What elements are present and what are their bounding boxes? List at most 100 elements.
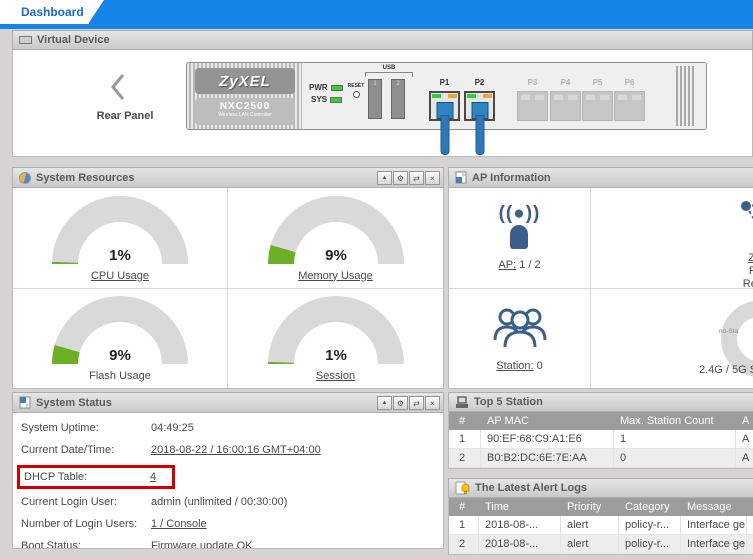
settings-button[interactable]: ⚙: [393, 171, 408, 185]
flash-usage-gauge: 9% Flash Usage: [13, 289, 228, 389]
device-vent-right: [674, 66, 696, 126]
virtual-device-title: Virtual Device: [37, 34, 110, 46]
table-row: 1 2018-08-... alert policy-r... Interfac…: [449, 516, 753, 535]
reset-button-icon: [353, 91, 360, 98]
sys-led: [330, 97, 342, 103]
alert-logs-title: The Latest Alert Logs: [475, 482, 587, 494]
system-status-panel: System Status ▲ ⚙ ⇄ × System Uptime: 04:…: [12, 392, 444, 549]
system-resources-icon: [19, 172, 31, 184]
close-button[interactable]: ×: [425, 171, 440, 185]
sys-label: SYS: [311, 95, 327, 104]
svg-text:9%: 9%: [325, 247, 347, 264]
virtual-device-icon: [19, 36, 32, 44]
svg-text:no-Sta: no-Sta: [719, 328, 739, 335]
band-caption: 2.4G / 5G S: [699, 364, 753, 376]
zymesh-repeater-line: Repea: [716, 278, 753, 289]
reset-label: RESET: [348, 83, 365, 89]
current-login-user-row: Current Login User: admin (unlimited / 0…: [21, 495, 435, 509]
svg-text:9%: 9%: [109, 347, 131, 364]
station-count-value: 0: [537, 360, 543, 372]
ap-information-panel: AP Information ((●)) AP: 1 / 2: [448, 167, 753, 389]
top5-station-columns: # AP MAC Max. Station Count A: [449, 412, 753, 430]
collapse-button[interactable]: ▲: [377, 171, 392, 185]
refresh-button[interactable]: ⇄: [409, 171, 424, 185]
alert-logs-columns: # Time Priority Category Message S: [449, 498, 753, 516]
refresh-button[interactable]: ⇄: [409, 396, 424, 410]
station-link[interactable]: Station:: [496, 360, 533, 372]
table-row: 2 B0:B2:DC:6E:7E:AA 0 A: [449, 449, 753, 468]
system-status-title: System Status: [36, 397, 112, 409]
port-p5: P5: [582, 91, 613, 121]
p1-led-orange: [448, 94, 457, 98]
usb-group: USB: [365, 65, 413, 77]
system-resources-window-controls: ▲ ⚙ ⇄ ×: [377, 171, 440, 185]
ap-link[interactable]: AP:: [498, 259, 516, 271]
system-resources-panel: System Resources ▲ ⚙ ⇄ × 1% CPU Usage: [12, 167, 444, 389]
dhcp-table-row-highlighted: DHCP Table: 4: [17, 465, 175, 489]
station-cell: Station: 0: [449, 289, 591, 389]
top5-station-header: Top 5 Station: [448, 392, 753, 412]
usb-slots: 1 2: [368, 79, 405, 119]
usb-label: USB: [365, 65, 413, 71]
tab-dashboard[interactable]: Dashboard: [9, 0, 89, 24]
zymesh-icon: [736, 196, 753, 248]
cpu-usage-link[interactable]: CPU Usage: [91, 270, 149, 282]
device-model: NXC2500: [195, 101, 295, 112]
dashboard-screen: Dashboard Virtual Device Rear Panel ZyXE…: [0, 0, 753, 559]
current-datetime-link[interactable]: 2018-08-22 / 16:00:16 GMT+04:00: [151, 443, 321, 457]
login-users-link[interactable]: 1 / Console: [151, 517, 207, 531]
tab-dashboard-label: Dashboard: [21, 5, 84, 19]
collapse-button[interactable]: ▲: [377, 396, 392, 410]
port-p1: P1: [429, 91, 460, 121]
top-tab-bar: Dashboard: [0, 0, 753, 29]
stations-icon: [492, 304, 548, 350]
ap-count-value: 1 / 2: [519, 259, 540, 271]
flash-usage-label: Flash Usage: [89, 370, 151, 382]
number-of-login-users-row: Number of Login Users: 1 / Console: [21, 517, 435, 531]
ap-information-body: ((●)) AP: 1 / 2: [448, 188, 753, 389]
pwr-label: PWR: [309, 83, 328, 92]
device-model-sub: Wireless LAN Controller: [195, 112, 295, 118]
svg-text:1%: 1%: [109, 247, 131, 264]
dhcp-table-link[interactable]: 4: [150, 470, 156, 484]
virtual-device-body: Rear Panel ZyXEL NXC2500 Wireless LAN Co…: [12, 50, 753, 157]
rear-panel-chevron-icon[interactable]: [109, 72, 129, 102]
band-cell: no-Sta 2.4G / 5G S: [591, 289, 753, 389]
tab-bar-underline: [0, 24, 753, 29]
system-resources-body: 1% CPU Usage 9% Memory Usage: [12, 188, 444, 389]
device-model-plate: NXC2500 Wireless LAN Controller: [195, 98, 295, 125]
p1-led-green: [432, 94, 441, 98]
zymesh-cell: ZyM Roo Repea: [591, 188, 753, 289]
port-p3: P3: [517, 91, 548, 121]
system-status-header: System Status ▲ ⚙ ⇄ ×: [12, 392, 444, 413]
system-uptime-row: System Uptime: 04:49:25: [21, 421, 435, 435]
memory-usage-link[interactable]: Memory Usage: [298, 270, 373, 282]
top5-station-body: # AP MAC Max. Station Count A 1 90:EF:68…: [448, 412, 753, 469]
pwr-led-row: PWR: [309, 83, 343, 92]
port-p6: P6: [614, 91, 645, 121]
device-rear-graphic: ZyXEL NXC2500 Wireless LAN Controller PW…: [186, 62, 707, 130]
p2-led-green: [467, 94, 476, 98]
current-datetime-row: Current Date/Time: 2018-08-22 / 16:00:16…: [21, 443, 435, 457]
top5-station-title: Top 5 Station: [474, 396, 543, 408]
usb-bracket: [365, 72, 413, 77]
session-link[interactable]: Session: [316, 370, 355, 382]
device-brand: ZyXEL: [195, 68, 295, 94]
system-resources-header: System Resources ▲ ⚙ ⇄ ×: [12, 167, 444, 188]
zymesh-root-line: Roo: [716, 265, 753, 278]
top5-station-icon: [455, 396, 469, 409]
port-p4: P4: [550, 91, 581, 121]
ap-information-title: AP Information: [472, 172, 551, 184]
system-resources-title: System Resources: [36, 172, 134, 184]
pwr-led: [331, 85, 343, 91]
system-status-window-controls: ▲ ⚙ ⇄ ×: [377, 396, 440, 410]
system-status-body: System Uptime: 04:49:25 Current Date/Tim…: [12, 413, 444, 549]
ap-information-icon: [455, 171, 467, 184]
rear-panel-label: Rear Panel: [79, 110, 171, 122]
settings-button[interactable]: ⚙: [393, 396, 408, 410]
zymesh-link[interactable]: ZyM: [748, 252, 753, 264]
table-row: 1 90:EF:68:C9:A1:E6 1 A: [449, 430, 753, 449]
close-button[interactable]: ×: [425, 396, 440, 410]
top5-station-panel: Top 5 Station # AP MAC Max. Station Coun…: [448, 392, 753, 469]
ap-information-header: AP Information: [448, 167, 753, 188]
